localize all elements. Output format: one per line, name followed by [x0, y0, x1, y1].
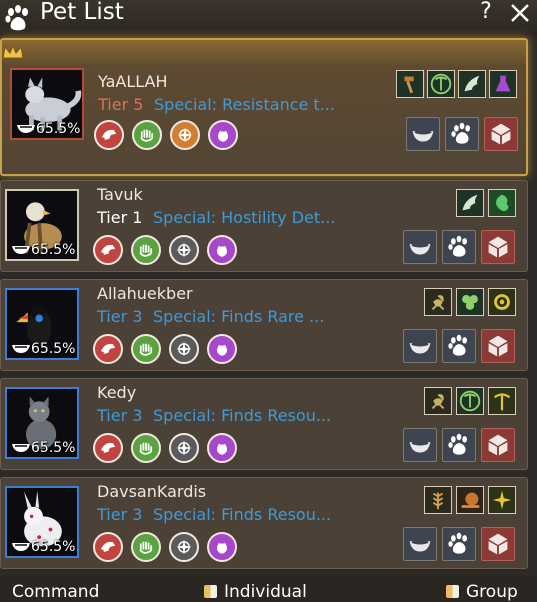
pet-info-button[interactable]: [442, 527, 476, 561]
pet-portrait[interactable]: 65.5%: [10, 68, 84, 140]
command-bar: Command Individual Group: [0, 576, 537, 602]
seal-pet-button[interactable]: [481, 230, 515, 264]
pet-info-button[interactable]: [442, 329, 476, 363]
wheat-skill-icon: [424, 486, 452, 514]
loot-command-icon[interactable]: [208, 120, 238, 150]
pet-special[interactable]: Special: Finds Resou...: [153, 406, 331, 425]
hunger-percent: 65.5%: [11, 539, 75, 555]
hunger-percent: 65.5%: [11, 242, 75, 258]
pet-tier: Tier 3: [97, 505, 143, 524]
pet-card[interactable]: 65.5% Tavuk Tier 1 Special: Hostility De…: [0, 180, 528, 272]
seal-pet-button[interactable]: [481, 329, 515, 363]
feed-button[interactable]: [403, 527, 437, 561]
flask-skill-icon: [489, 70, 517, 98]
group-tab[interactable]: Group: [446, 582, 518, 602]
group-label: Group: [466, 582, 518, 602]
close-icon[interactable]: [506, 0, 534, 26]
pet-special[interactable]: Special: Resistance t...: [154, 95, 335, 114]
wait-command-icon[interactable]: [132, 120, 162, 150]
follow-command-icon[interactable]: [93, 532, 123, 562]
pet-tier: Tier 5: [98, 95, 144, 114]
pet-portrait[interactable]: 65.5%: [5, 288, 79, 360]
pet-special[interactable]: Special: Finds Resou...: [153, 505, 331, 524]
help-button[interactable]: ?: [473, 0, 499, 26]
paw-icon: [5, 5, 28, 31]
hunger-percent: 65.5%: [11, 440, 75, 456]
key-icon: [446, 585, 459, 598]
find-command-icon[interactable]: [169, 334, 199, 364]
pet-name: DavsanKardis: [97, 482, 207, 501]
find-command-icon[interactable]: [169, 532, 199, 562]
pet-card-selected[interactable]: 65.5% YaALLAH Tier 5 Special: Resistance…: [0, 38, 528, 176]
pet-tier: Tier 1: [97, 208, 143, 227]
loot-command-icon[interactable]: [207, 433, 237, 463]
feed-button[interactable]: [406, 117, 440, 151]
follow-command-icon[interactable]: [94, 120, 124, 150]
gear-skill-icon: [488, 288, 516, 316]
follow-command-icon[interactable]: [93, 433, 123, 463]
window-title: Pet List: [40, 0, 124, 25]
feed-button[interactable]: [403, 329, 437, 363]
wings-skill-icon: [456, 189, 484, 217]
sparkle-skill-icon: [488, 486, 516, 514]
pickaxe-ring-skill-icon: [456, 387, 484, 415]
pet-name: YaALLAH: [98, 72, 168, 91]
pet-card[interactable]: 65.5% DavsanKardis Tier 3 Special: Finds…: [0, 477, 528, 569]
pet-card[interactable]: 65.5% Kedy Tier 3 Special: Finds Resou..…: [0, 378, 528, 470]
loot-command-icon[interactable]: [207, 334, 237, 364]
hunger-percent: 65.5%: [11, 341, 75, 357]
clover-skill-icon: [456, 288, 484, 316]
hammer-skill-icon: [396, 70, 424, 98]
pet-name: Tavuk: [97, 185, 143, 204]
crown-icon: [2, 44, 24, 59]
scorpion-skill-icon: [424, 288, 452, 316]
pet-info-button[interactable]: [442, 428, 476, 462]
find-command-icon[interactable]: [169, 235, 199, 265]
find-command-icon[interactable]: [170, 120, 200, 150]
individual-tab[interactable]: Individual: [204, 582, 307, 602]
loot-command-icon[interactable]: [207, 235, 237, 265]
seal-pet-button[interactable]: [481, 527, 515, 561]
wait-command-icon[interactable]: [131, 235, 161, 265]
pet-portrait[interactable]: 65.5%: [5, 486, 79, 558]
pet-portrait[interactable]: 65.5%: [5, 189, 79, 261]
pickaxe-skill-icon: [488, 387, 516, 415]
pet-info-button[interactable]: [445, 117, 479, 151]
pet-info-button[interactable]: [442, 230, 476, 264]
individual-label: Individual: [224, 582, 307, 602]
pet-name: Allahuekber: [97, 284, 193, 303]
wings-skill-icon: [458, 70, 486, 98]
pet-card[interactable]: 65.5% Allahuekber Tier 3 Special: Finds …: [0, 279, 528, 371]
pet-list: 65.5% YaALLAH Tier 5 Special: Resistance…: [0, 36, 537, 576]
scorpion-skill-icon: [424, 387, 452, 415]
pet-special[interactable]: Special: Finds Rare ...: [153, 307, 324, 326]
pet-tier: Tier 3: [97, 307, 143, 326]
loot-command-icon[interactable]: [207, 532, 237, 562]
snail-skill-icon: [456, 486, 484, 514]
seal-pet-button[interactable]: [481, 428, 515, 462]
find-command-icon[interactable]: [169, 433, 199, 463]
pet-special[interactable]: Special: Hostility Det...: [153, 208, 335, 227]
feed-button[interactable]: [403, 230, 437, 264]
seal-pet-button[interactable]: [484, 117, 518, 151]
wait-command-icon[interactable]: [131, 433, 161, 463]
pet-name: Kedy: [97, 383, 137, 402]
pet-portrait[interactable]: 65.5%: [5, 387, 79, 459]
follow-command-icon[interactable]: [93, 235, 123, 265]
wait-command-icon[interactable]: [131, 334, 161, 364]
title-bar: Pet List ?: [0, 0, 537, 36]
wait-command-icon[interactable]: [131, 532, 161, 562]
pickaxe-ring-skill-icon: [427, 70, 455, 98]
follow-command-icon[interactable]: [93, 334, 123, 364]
feed-button[interactable]: [403, 428, 437, 462]
clover-leaf-skill-icon: [488, 189, 516, 217]
pet-tier: Tier 3: [97, 406, 143, 425]
hunger-percent: 65.5%: [16, 121, 80, 137]
command-label: Command: [12, 582, 100, 602]
key-icon: [204, 585, 217, 598]
